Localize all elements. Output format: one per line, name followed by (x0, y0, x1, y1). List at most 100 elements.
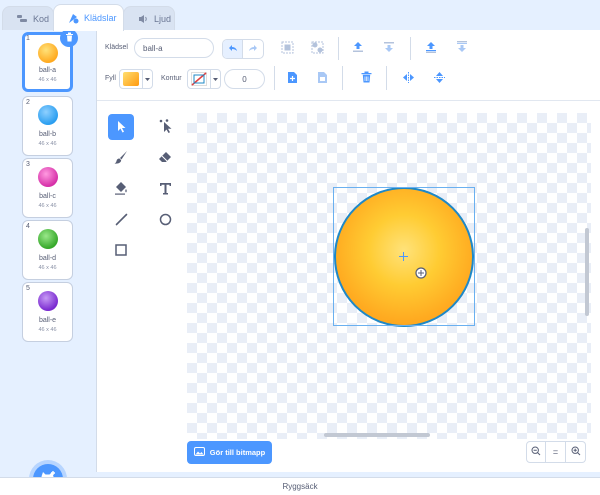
outline-color-picker[interactable] (187, 69, 221, 89)
back-icon (456, 41, 468, 55)
costume-name: ball-d (38, 255, 57, 262)
drawing-canvas[interactable] (187, 113, 591, 439)
rotate-cursor-icon (414, 266, 428, 282)
costume-name-input[interactable]: ball-a (134, 38, 214, 58)
tab-costumes[interactable]: Klädslar (53, 4, 124, 31)
text-icon (159, 182, 172, 197)
costume-size: 46 x 46 (38, 265, 57, 271)
costume-list: 1 ball-a 46 x 46 2 ball-b 46 x 46 3 ball… (0, 29, 97, 494)
outline-label: Kontur (161, 75, 182, 82)
costume-thumbnail (37, 229, 58, 249)
brush-icon (114, 150, 128, 166)
costume-number: 2 (26, 99, 30, 106)
toolbar-divider (97, 100, 600, 101)
undo-button[interactable] (223, 40, 244, 58)
paint-bucket-icon (114, 181, 128, 197)
eraser-tool[interactable] (152, 145, 178, 171)
backpack-bar[interactable]: Ryggsäck (0, 477, 600, 495)
copy-button[interactable] (283, 69, 301, 87)
reshape-icon (159, 119, 172, 135)
tab-code[interactable]: Kod (2, 6, 54, 30)
line-icon (115, 213, 128, 228)
divider (342, 66, 343, 90)
group-button[interactable] (278, 39, 296, 57)
forward-button[interactable] (349, 39, 367, 57)
flip-vertical-button[interactable] (430, 69, 448, 87)
outline-swatch (188, 70, 210, 88)
redo-button[interactable] (243, 40, 263, 58)
paint-editor: Klädsel ball-a Fyll Kontur 0 Gör till bi… (97, 30, 600, 472)
costume-name-label: Klädsel (105, 44, 128, 51)
chevron-down-icon (210, 70, 220, 88)
redo-icon (248, 44, 258, 54)
costume-thumbnail (37, 105, 58, 125)
rectangle-tool[interactable] (108, 238, 134, 264)
tab-bar: Kod Klädslar Ljud (0, 0, 600, 31)
zoom-out-button[interactable] (526, 441, 546, 463)
circle-tool[interactable] (152, 207, 178, 233)
fill-label: Fyll (105, 75, 116, 82)
vertical-scrollbar[interactable] (585, 228, 589, 316)
paste-icon (317, 71, 328, 86)
ungroup-button[interactable] (308, 39, 326, 57)
forward-icon (352, 41, 364, 55)
image-icon (193, 447, 205, 458)
costume-item-ball-d[interactable]: 4 ball-d 46 x 46 (22, 220, 73, 280)
backward-button[interactable] (380, 39, 398, 57)
fill-color-picker[interactable] (119, 69, 153, 89)
costume-size: 46 x 46 (38, 141, 57, 147)
back-button[interactable] (453, 39, 471, 57)
brush-tool[interactable] (108, 145, 134, 171)
zoom-in-button[interactable] (566, 441, 586, 463)
paste-button[interactable] (313, 69, 331, 87)
flip-vertical-icon (433, 71, 445, 86)
costume-name: ball-e (38, 317, 57, 324)
costume-item-ball-c[interactable]: 3 ball-c 46 x 46 (22, 158, 73, 218)
tab-sounds[interactable]: Ljud (123, 6, 175, 30)
costume-number: 3 (26, 161, 30, 168)
costume-item-ball-a[interactable]: 1 ball-a 46 x 46 (22, 29, 78, 92)
fill-swatch (120, 70, 142, 88)
divider (338, 37, 339, 60)
rectangle-icon (115, 244, 127, 258)
zoom-reset-button[interactable]: = (546, 441, 566, 463)
costume-size: 46 x 46 (38, 327, 57, 333)
delete-button[interactable] (357, 69, 375, 87)
ungroup-icon (311, 41, 324, 56)
flip-horizontal-button[interactable] (399, 69, 417, 87)
undo-icon (228, 44, 238, 54)
circle-icon (159, 213, 172, 228)
costume-size: 46 x 46 (38, 203, 57, 209)
costume-number: 5 (26, 285, 30, 292)
code-icon (17, 14, 28, 23)
text-tool[interactable] (152, 176, 178, 202)
line-tool[interactable] (108, 207, 134, 233)
delete-costume-button[interactable] (60, 29, 78, 47)
costume-item-ball-e[interactable]: 5 ball-e 46 x 46 (22, 282, 73, 342)
group-icon (281, 41, 294, 56)
select-tool[interactable] (108, 114, 134, 140)
eraser-icon (158, 151, 172, 165)
tab-code-label: Kod (33, 13, 50, 24)
arrow-pointer-icon (116, 120, 127, 135)
flip-horizontal-icon (402, 71, 415, 85)
costume-item-ball-b[interactable]: 2 ball-b 46 x 46 (22, 96, 73, 156)
reshape-tool[interactable] (152, 114, 178, 140)
costume-thumbnail (37, 43, 58, 63)
horizontal-scrollbar[interactable] (324, 433, 430, 437)
trash-icon (65, 32, 74, 44)
undo-redo-group (222, 39, 264, 59)
divider (386, 66, 387, 90)
backpack-label: Ryggsäck (282, 482, 318, 491)
costume-number: 4 (26, 223, 30, 230)
convert-to-bitmap-button[interactable]: Gör till bitmapp (187, 441, 272, 464)
fill-tool[interactable] (108, 176, 134, 202)
front-button[interactable] (422, 39, 440, 57)
costume-number: 1 (26, 35, 30, 42)
zoom-out-icon (531, 446, 541, 458)
costume-name: ball-c (39, 193, 56, 200)
outline-width-input[interactable]: 0 (224, 69, 265, 89)
crosshair-icon (399, 252, 408, 263)
backward-icon (383, 41, 395, 55)
divider (274, 66, 275, 90)
